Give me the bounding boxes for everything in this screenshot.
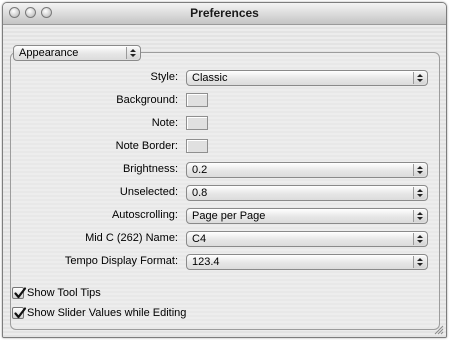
style-popup[interactable]: Classic [186, 70, 428, 86]
up-down-arrows-icon [126, 47, 139, 59]
tempo-display-format-value: 123.4 [192, 256, 220, 268]
preferences-window: Preferences Appearance Style: Classic Back… [2, 2, 447, 338]
title-bar[interactable]: Preferences [3, 3, 446, 25]
show-tool-tips-label: Show Tool Tips [27, 287, 101, 299]
content-area: Appearance Style: Classic Background: Note:… [3, 25, 446, 337]
section-popup[interactable]: Appearance [13, 45, 141, 61]
style-label: Style: [150, 71, 178, 83]
note-label: Note: [151, 117, 178, 129]
note-border-color-well[interactable] [186, 139, 208, 153]
note-color-well[interactable] [186, 116, 208, 130]
up-down-arrows-icon [413, 233, 426, 245]
style-value: Classic [192, 72, 228, 84]
mid-c-262-name-popup[interactable]: C4 [186, 231, 428, 247]
autoscrolling-value: Page per Page [192, 210, 266, 222]
window-title: Preferences [190, 6, 259, 20]
unselected-label: Unselected: [119, 186, 178, 198]
note-border-label: Note Border: [115, 140, 178, 152]
mid-c-262-name-label: Mid C (262) Name: [85, 232, 178, 244]
autoscrolling-label: Autoscrolling: [111, 209, 178, 221]
up-down-arrows-icon [413, 256, 426, 268]
tempo-display-format-popup[interactable]: 123.4 [186, 254, 428, 270]
up-down-arrows-icon [413, 210, 426, 222]
section-popup-value: Appearance [19, 47, 79, 59]
mid-c-262-name-value: C4 [192, 233, 207, 245]
autoscrolling-popup[interactable]: Page per Page [186, 208, 428, 224]
background-label: Background: [116, 94, 178, 106]
brightness-popup[interactable]: 0.2 [186, 162, 428, 178]
background-color-well[interactable] [186, 93, 208, 107]
up-down-arrows-icon [413, 164, 426, 176]
tempo-display-format-label: Tempo Display Format: [64, 255, 178, 267]
show-tool-tips-checkbox[interactable] [12, 287, 27, 299]
resize-grip-icon[interactable] [433, 324, 444, 335]
brightness-value: 0.2 [192, 164, 208, 176]
brightness-label: Brightness: [122, 163, 178, 175]
unselected-popup[interactable]: 0.8 [186, 185, 428, 201]
show-slider-values-while-editing-label: Show Slider Values while Editing [27, 307, 187, 319]
show-slider-values-while-editing-checkbox[interactable] [12, 307, 27, 319]
unselected-value: 0.8 [192, 187, 208, 199]
up-down-arrows-icon [413, 187, 426, 199]
up-down-arrows-icon [413, 72, 426, 84]
